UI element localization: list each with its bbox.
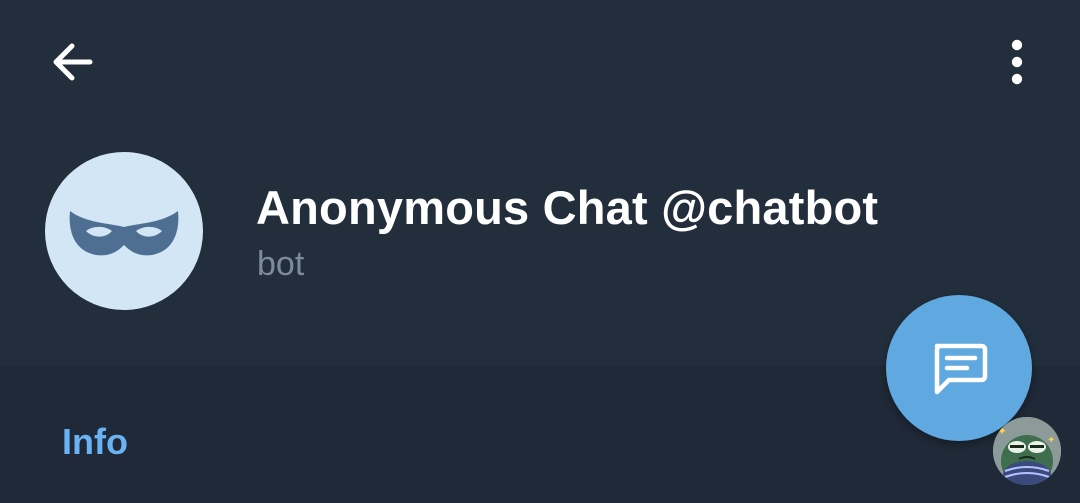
info-section-title: Info: [62, 421, 128, 462]
mask-icon: [69, 211, 179, 256]
message-icon: [934, 343, 988, 395]
profile-name: Anonymous Chat @chatbot: [256, 181, 879, 234]
avatar[interactable]: [45, 152, 203, 310]
profile-screen: Anonymous Chat @chatbot bot Info ✦ ✦: [0, 0, 1080, 503]
more-options-button[interactable]: [985, 26, 1049, 98]
send-message-button[interactable]: [886, 295, 1032, 441]
more-vertical-icon: [1011, 39, 1023, 85]
svg-text:✦: ✦: [1047, 435, 1055, 446]
frog-sticker-icon: ✦ ✦: [993, 417, 1061, 485]
arrow-left-icon: [53, 43, 93, 81]
floating-sticker[interactable]: ✦ ✦: [993, 417, 1061, 485]
back-button[interactable]: [32, 26, 112, 98]
profile-status: bot: [257, 245, 305, 283]
